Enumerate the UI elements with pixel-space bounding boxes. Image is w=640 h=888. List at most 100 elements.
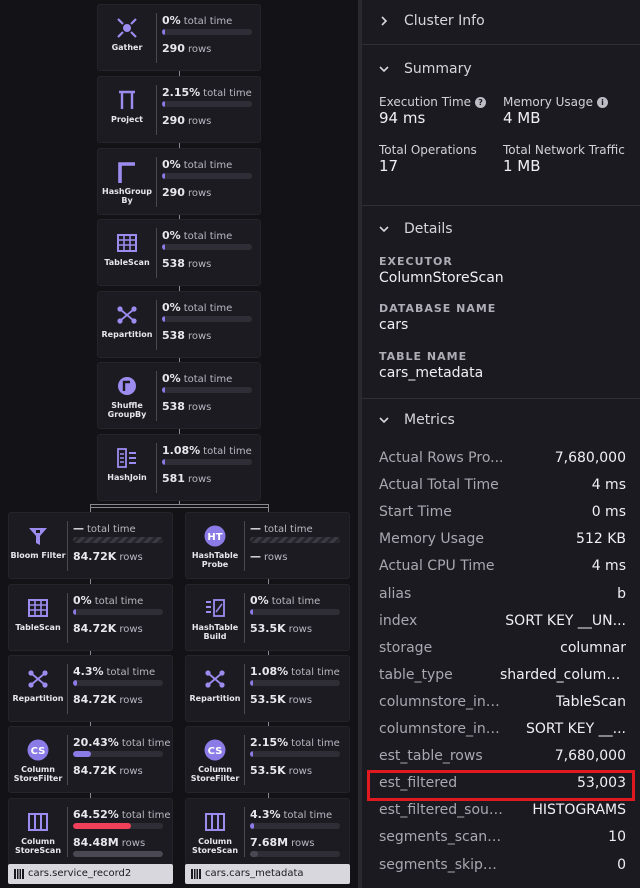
hashjoin-icon xyxy=(116,447,138,469)
cluster-info-header[interactable]: Cluster Info xyxy=(378,13,485,29)
plan-node-repartition[interactable]: Repartition 0% total time 538 rows xyxy=(97,291,261,358)
plan-node-project[interactable]: Project 2.15% total time 290 rows xyxy=(97,76,261,143)
metric-key: columnstore_in_... xyxy=(379,721,504,737)
metric-key: table_type xyxy=(379,666,453,683)
metric-value: b xyxy=(617,585,626,602)
node-time-bar-fill xyxy=(162,316,165,322)
table-name-label: TABLE NAME xyxy=(379,350,468,363)
node-rows: 290 rows xyxy=(162,186,211,199)
node-time-pct-value: 2.15% xyxy=(250,736,289,749)
database-name-label: DATABASE NAME xyxy=(379,302,497,315)
plan-node-tablescan[interactable]: TableScan 0% total time 84.72K rows xyxy=(8,584,173,651)
node-icon-box: TableScan xyxy=(98,220,156,285)
node-time-bar-fill xyxy=(162,387,165,393)
table-label-right[interactable]: cars.cars_metadata xyxy=(185,864,350,884)
details-title: Details xyxy=(404,221,453,237)
metric-row: Memory Usage 512 KB xyxy=(379,531,626,551)
columnstore-scan-icon xyxy=(204,811,226,833)
metric-key: Start Time xyxy=(379,504,452,521)
query-plan-canvas[interactable]: Gather 0% total time 290 rows Project 2.15% tot… xyxy=(0,0,358,888)
plan-node-repartition[interactable]: Repartition 4.3% total time 84.72K rows xyxy=(8,655,173,722)
execution-time-value: 94 ms xyxy=(379,109,426,127)
node-rows: 290 rows xyxy=(162,42,211,55)
node-label: TableScan xyxy=(15,623,61,632)
node-label: HashTable Build xyxy=(191,623,239,641)
plan-node-bloom-filter[interactable]: Bloom Filter — total time 84.72K rows xyxy=(8,512,173,579)
plan-node-shuffle-groupby[interactable]: Shuffle GroupBy 0% total time 538 rows xyxy=(97,362,261,429)
node-icon-box: HashJoin xyxy=(98,435,156,500)
node-time-bar xyxy=(250,537,340,543)
plan-node-repartition[interactable]: Repartition 1.08% total time 53.5K rows xyxy=(185,655,350,722)
node-time-bar xyxy=(162,29,252,35)
svg-text:HT: HT xyxy=(207,532,222,543)
node-time-pct-value: 0% xyxy=(73,594,92,607)
node-separator xyxy=(244,593,245,643)
svg-text:CS: CS xyxy=(208,746,223,757)
metric-row: index SORT KEY __UN... xyxy=(379,613,626,633)
node-separator xyxy=(67,807,68,857)
node-rows: 290 rows xyxy=(162,114,211,127)
node-rows-bar xyxy=(73,851,163,857)
metrics-title: Metrics xyxy=(404,412,455,428)
node-separator xyxy=(156,371,157,421)
node-rows-unit: rows xyxy=(187,116,212,127)
plan-node-column-storescan[interactable]: Column StoreScan 64.52% total time 84.48M ro… xyxy=(8,798,173,865)
node-separator xyxy=(156,300,157,350)
plan-edge xyxy=(90,507,268,508)
metric-row: segments_skipped 0 xyxy=(379,857,626,877)
plan-node-column-storefilter[interactable]: CS Column StoreFilter 2.15% total time 53.5K… xyxy=(185,726,350,793)
plan-node-hashgroup-by[interactable]: HashGroup By 0% total time 290 rows xyxy=(97,148,261,215)
repartition-icon xyxy=(27,668,49,690)
plan-node-tablescan[interactable]: TableScan 0% total time 538 rows xyxy=(97,219,261,286)
node-time-unit: total time xyxy=(283,810,333,821)
project-icon xyxy=(116,89,138,111)
node-time-unit: total time xyxy=(94,596,144,607)
node-time-bar xyxy=(162,244,252,250)
node-label: Column StoreFilter xyxy=(190,765,240,783)
node-time-bar xyxy=(162,459,252,465)
plan-node-column-storefilter[interactable]: CS Column StoreFilter 20.43% total time 84.7… xyxy=(8,726,173,793)
info-icon[interactable]: i xyxy=(597,96,609,108)
node-rows-unit: rows xyxy=(119,766,143,777)
node-rows-value: 84.72K xyxy=(73,550,117,563)
node-time-pct: 0% total time xyxy=(250,594,320,607)
metric-key: Actual Total Time xyxy=(379,477,499,494)
metric-row: table_type sharded_column... xyxy=(379,667,626,687)
node-time-bar xyxy=(73,680,163,686)
plan-node-hashtable-build[interactable]: HashTable Build 0% total time 53.5K rows xyxy=(185,584,350,651)
repartition-icon xyxy=(204,668,226,690)
node-rows-value: 53.5K xyxy=(250,693,286,706)
node-time-bar xyxy=(250,609,340,615)
metrics-header[interactable]: Metrics xyxy=(378,412,455,428)
plan-node-gather[interactable]: Gather 0% total time 290 rows xyxy=(97,4,261,71)
node-time-unit: total time xyxy=(121,810,171,821)
node-separator xyxy=(156,85,157,135)
node-rows: 53.5K rows xyxy=(250,622,312,635)
node-label: Bloom Filter xyxy=(10,551,66,560)
node-time-unit: total time xyxy=(203,88,252,99)
node-rows-value: 290 xyxy=(162,114,185,127)
node-rows-unit: rows xyxy=(119,552,143,563)
table-label-left[interactable]: cars.service_record2 xyxy=(8,864,173,884)
node-time-bar-fill xyxy=(250,751,253,757)
node-separator xyxy=(67,735,68,785)
node-icon-box: CS Column StoreFilter xyxy=(186,727,244,792)
executor-value: ColumnStoreScan xyxy=(379,270,504,286)
details-header[interactable]: Details xyxy=(378,221,453,237)
metric-key: index xyxy=(379,612,418,629)
node-time-pct-value: 0% xyxy=(162,372,181,385)
node-rows-unit: rows xyxy=(121,838,146,849)
node-icon-box: HashGroup By xyxy=(98,149,156,214)
node-time-bar-fill xyxy=(73,823,131,829)
plan-node-hashtable-probe[interactable]: HT HashTable Probe — total time — rows xyxy=(185,512,350,579)
shuffle-groupby-icon xyxy=(116,375,138,397)
columnstore-scan-icon xyxy=(27,811,49,833)
summary-header[interactable]: Summary xyxy=(378,61,472,77)
node-time-pct: 4.3% total time xyxy=(250,808,332,821)
node-time-pct-value: 4.3% xyxy=(73,665,104,678)
node-time-bar xyxy=(162,316,252,322)
plan-node-hashjoin[interactable]: HashJoin 1.08% total time 581 rows xyxy=(97,434,261,501)
plan-node-column-storescan[interactable]: Column StoreScan 4.3% total time 7.68M rows xyxy=(185,798,350,865)
help-icon[interactable]: ? xyxy=(475,96,487,108)
metric-row: storage columnar xyxy=(379,640,626,660)
